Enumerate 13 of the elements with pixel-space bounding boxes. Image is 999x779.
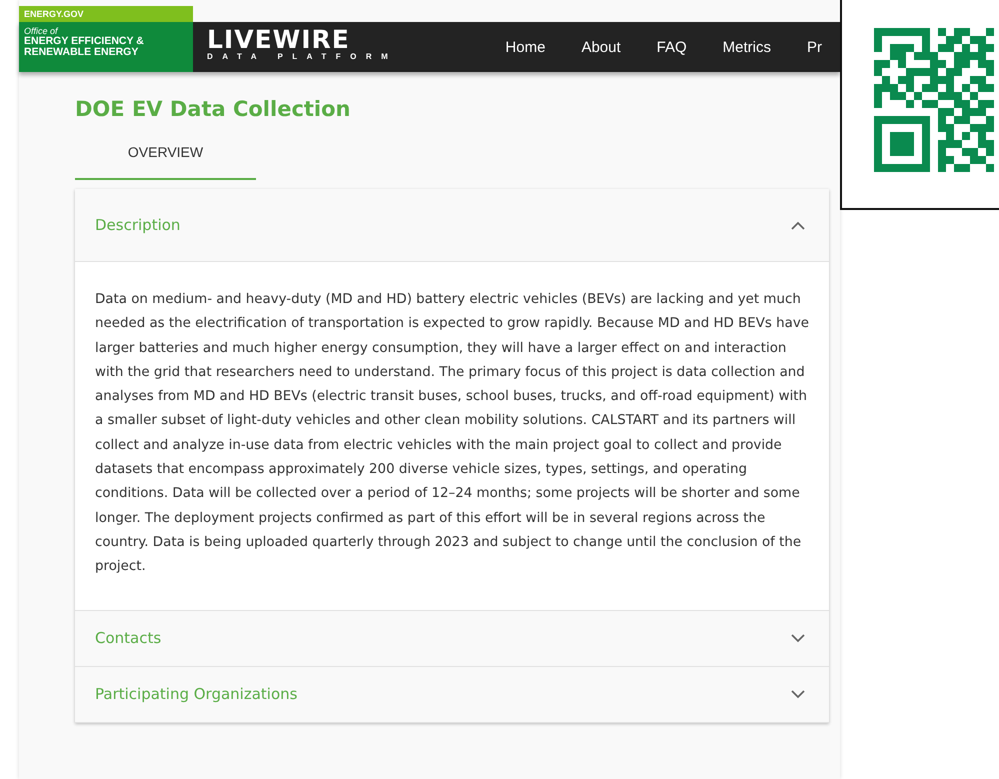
chevron-down-icon	[791, 690, 805, 699]
nav-link[interactable]: Home	[487, 38, 564, 56]
nav-link[interactable]: FAQ	[638, 38, 705, 56]
nav-link[interactable]: About	[563, 38, 639, 56]
site-logo[interactable]: LIVEWIRE DATA PLATFORM	[193, 22, 398, 72]
office-logo[interactable]: Office of ENERGY EFFICIENCY & RENEWABLE ENERGY	[19, 22, 193, 72]
chevron-up-icon	[791, 220, 805, 230]
page-title: DOE EV Data Collection	[75, 96, 352, 123]
chevron-down-icon	[791, 634, 805, 643]
nav-link[interactable]: Pr	[789, 38, 840, 56]
description-text: Data on medium- and heavy-duty (MD and HD) battery electric vehicles (BEVs) are lacking and yet much needed as the electrification of transportation is expected to grow rapidly. Because MD and HD BEVs have larger batteries and much higher energy consumption, they will have a larger effect on and interaction with the grid that researchers need to understand. The primary focus of this project is data collection and analyses from MD and HD BEVs (electric transit buses, school buses, trucks, and off-road equipment) with a smaller subset of light-duty vehicles and other clean mobility solutions. CALSTART and its partners will collect and analyze in-use data from electric vehicles with the main project goal to collect and provide datasets that encompass approximately 200 diverse vehicle sizes, types, settings, and operating conditions. Data will be collected over a period of 12–24 months; some projects will be shorter and some longer. The deployment projects confirmed as part of this effort will be in several regions across the country. Data is being uploaded quarterly through 2023 and subject to change until the conclusion of the project.	[75, 261, 829, 610]
nav-link[interactable]: Metrics	[704, 38, 789, 56]
tab[interactable]: OVERVIEW	[75, 132, 256, 180]
